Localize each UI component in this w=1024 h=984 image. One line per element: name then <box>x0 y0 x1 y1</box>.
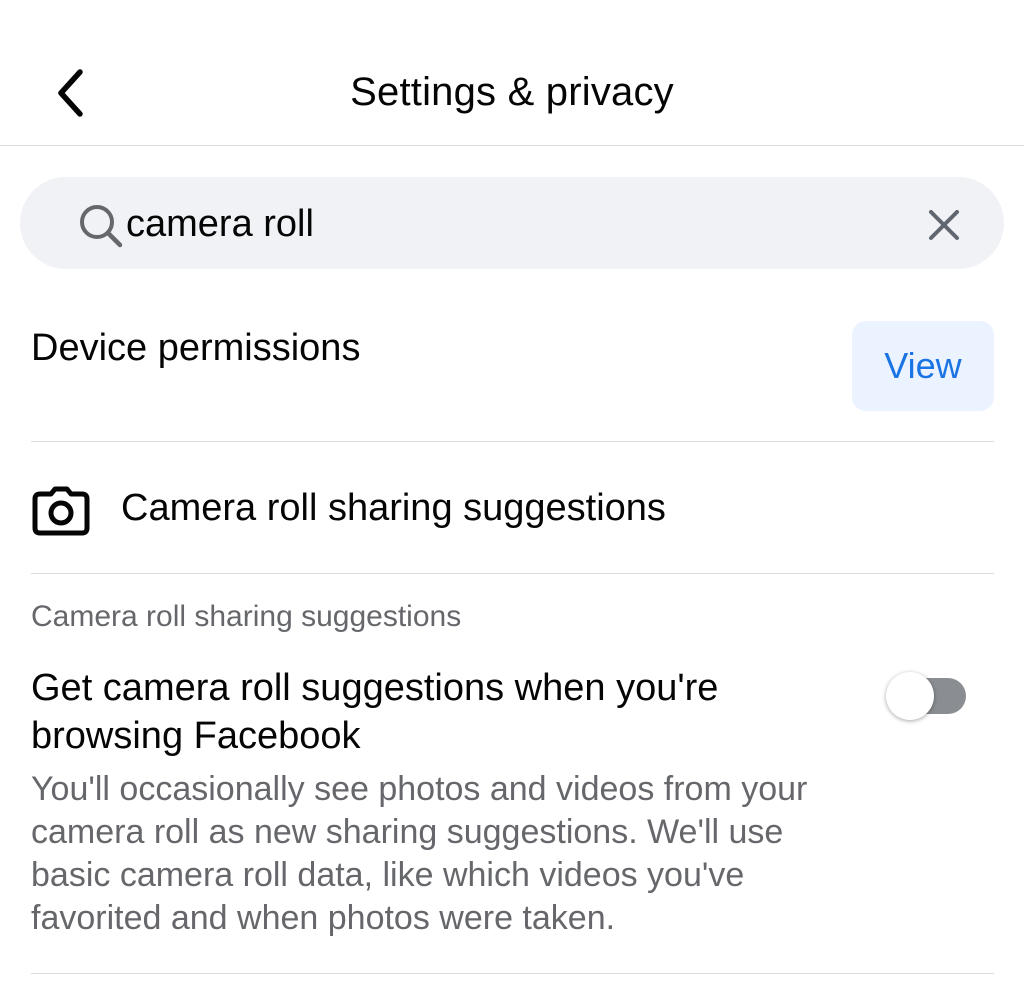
search-bar[interactable] <box>20 177 1004 269</box>
camera-roll-sharing-item[interactable]: Camera roll sharing suggestions <box>0 462 1024 562</box>
divider <box>31 573 994 574</box>
close-icon <box>929 210 959 240</box>
page-title: Settings & privacy <box>350 70 674 114</box>
camera-icon <box>32 486 90 536</box>
header-bar: Settings & privacy <box>0 0 1024 146</box>
device-permissions-title: Device permissions <box>31 327 361 369</box>
search-icon <box>80 205 123 248</box>
divider <box>31 441 994 442</box>
divider <box>31 973 994 974</box>
toggle-knob <box>886 672 934 720</box>
section-label: Camera roll sharing suggestions <box>31 600 462 633</box>
search-input[interactable] <box>126 199 906 249</box>
view-button[interactable]: View <box>852 321 994 411</box>
setting-description: You'll occasionally see photos and video… <box>31 770 808 937</box>
setting-title: Get camera roll suggestions when you're … <box>31 667 719 757</box>
clear-search-button[interactable] <box>920 201 968 249</box>
camera-roll-sharing-label: Camera roll sharing suggestions <box>121 487 666 529</box>
camera-roll-suggestions-toggle[interactable] <box>886 672 966 720</box>
